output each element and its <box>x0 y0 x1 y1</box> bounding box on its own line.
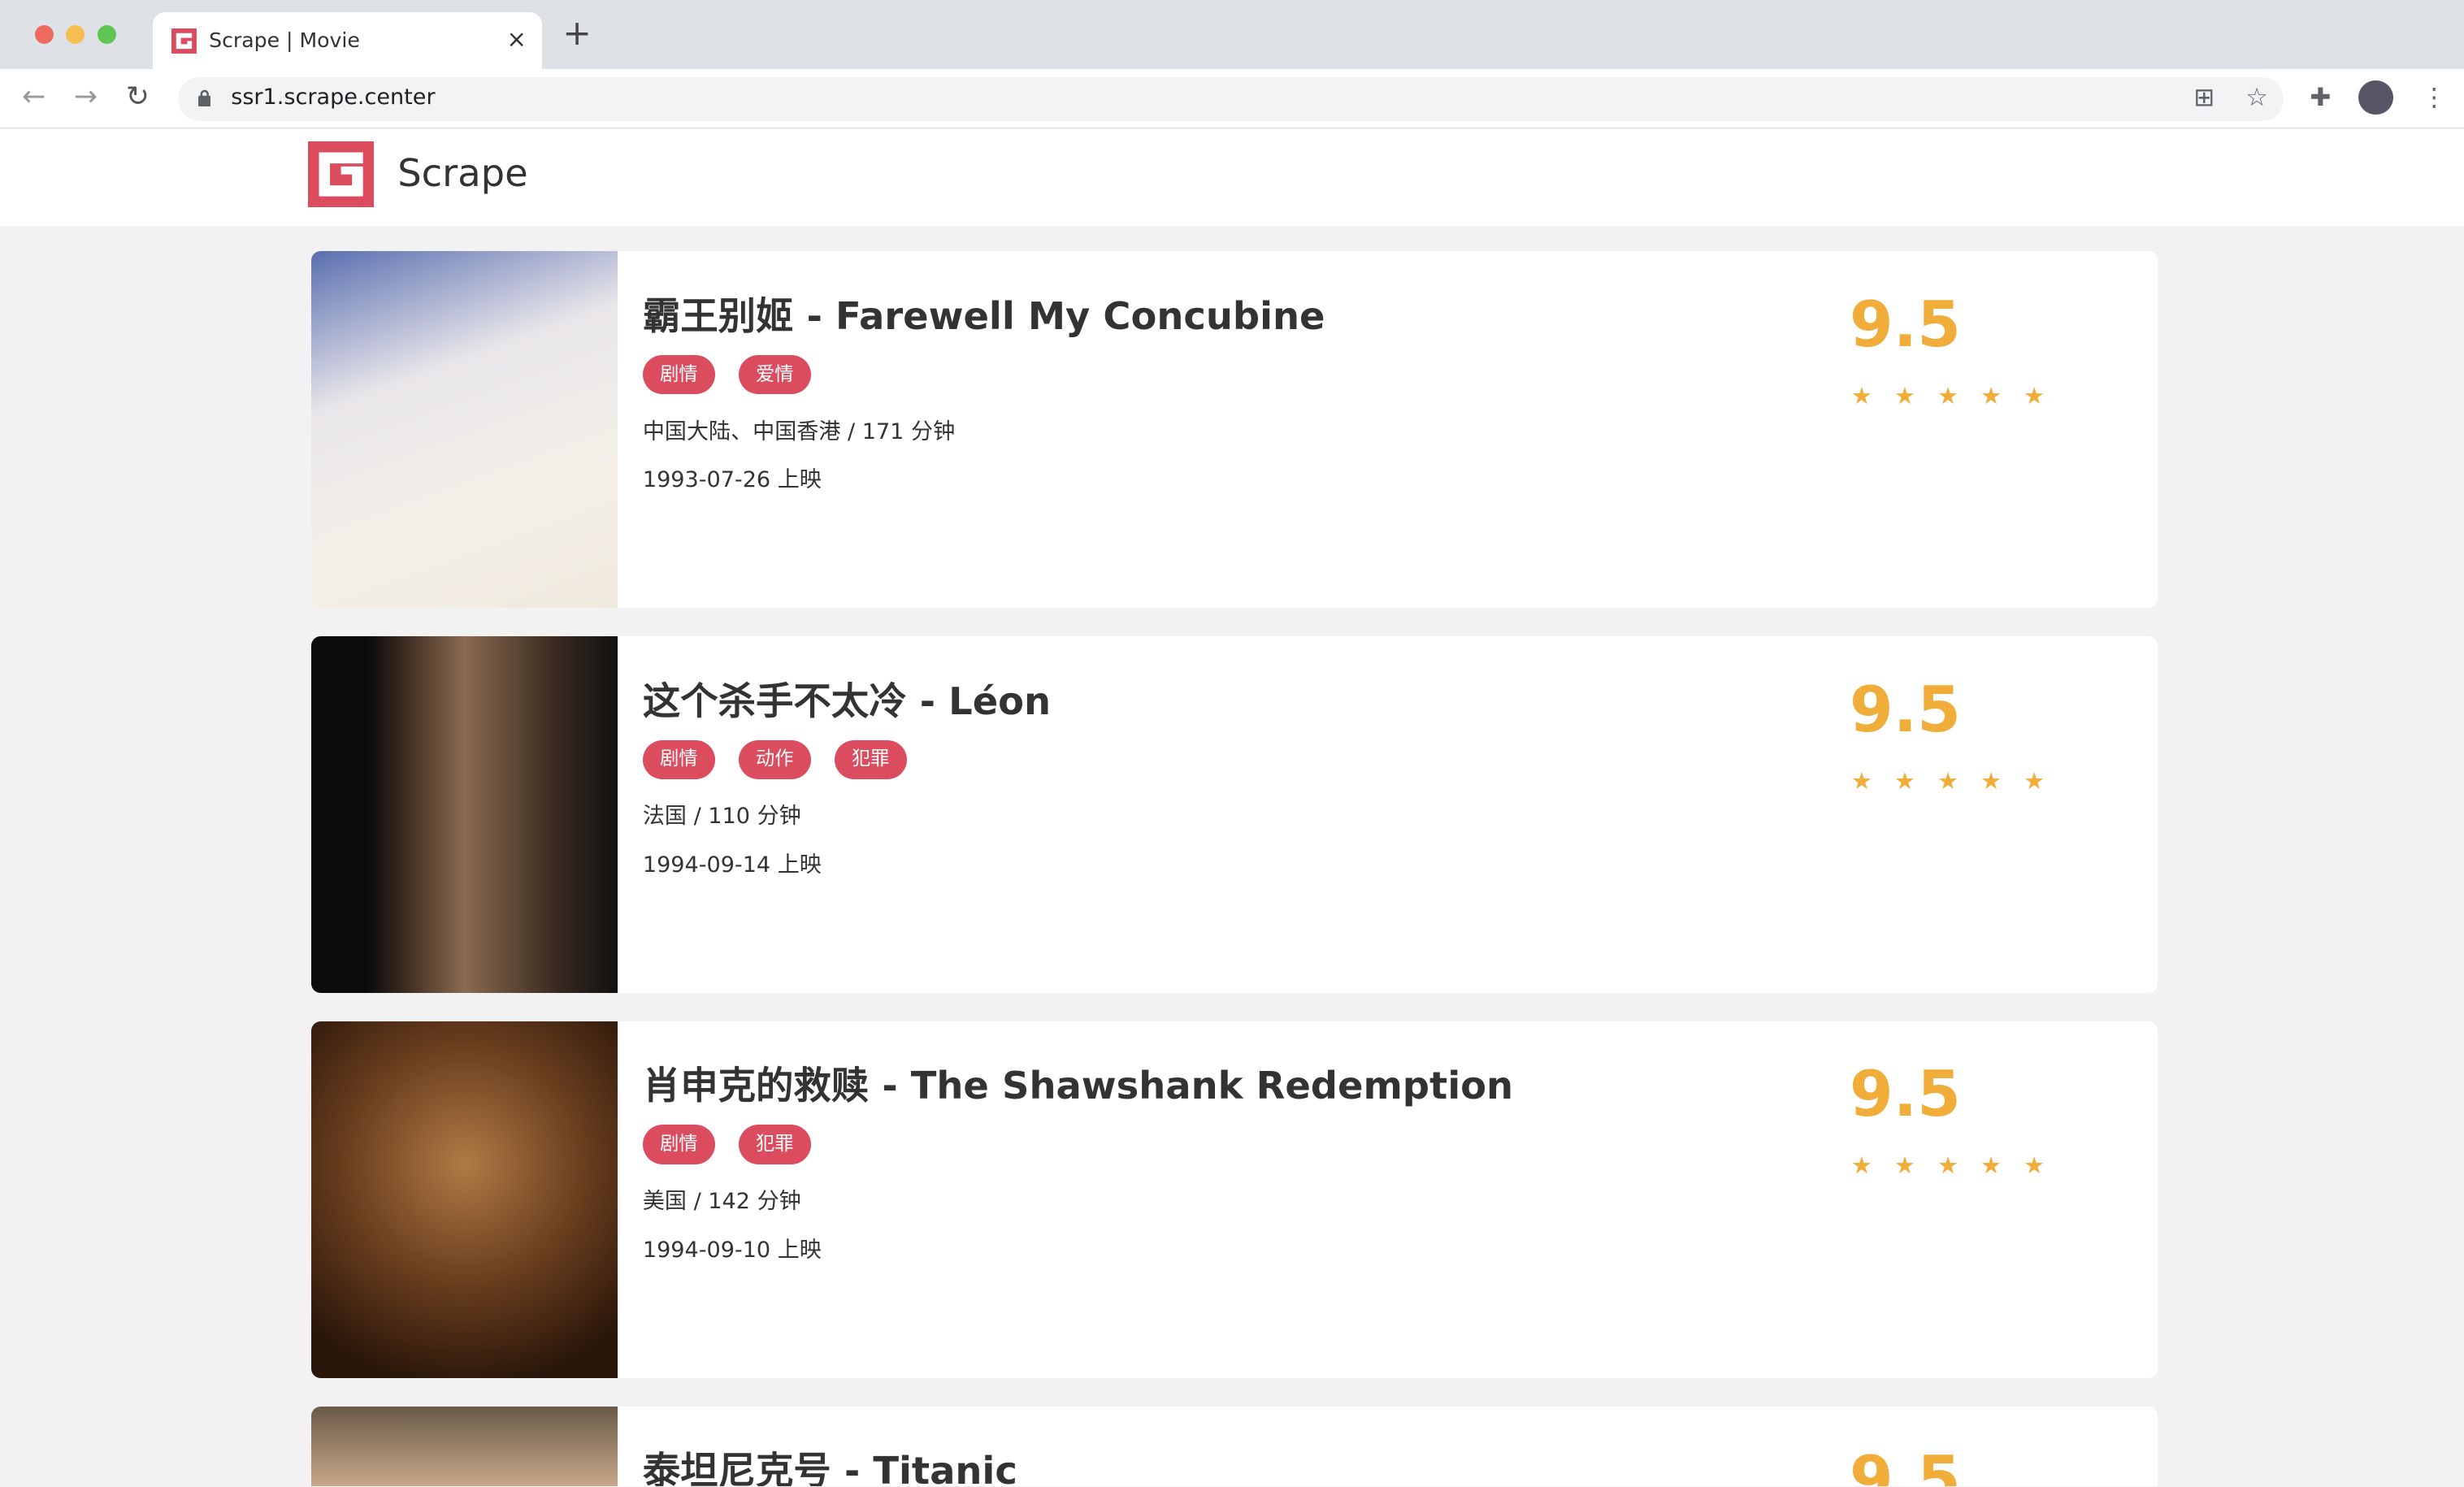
browser-titlebar: Scrape | Movie × + <box>0 0 2464 70</box>
category-tag[interactable]: 剧情 <box>642 1125 715 1164</box>
star-icon: ★ <box>1937 766 1959 795</box>
tab-title: Scrape | Movie <box>209 28 360 52</box>
category-tag[interactable]: 爱情 <box>738 354 811 395</box>
address-bar[interactable]: ssr1.scrape.center <box>177 76 2284 121</box>
scrape-logo[interactable] <box>307 141 375 208</box>
bookmark-star-icon[interactable]: ☆ <box>2245 83 2268 112</box>
star-icon: ★ <box>1894 381 1915 410</box>
movie-poster[interactable] <box>310 251 618 609</box>
movie-card: 泰坦尼克号 - Titanic 9.5 <box>310 1406 2158 1487</box>
movie-card: 肖申克的救赎 - The Shawshank Redemption 剧情 犯罪 美… <box>310 1021 2158 1378</box>
star-icon: ★ <box>2024 381 2045 410</box>
star-rating: ★ ★ ★ ★ ★ <box>1851 382 2045 410</box>
movie-title[interactable]: 这个杀手不太冷 - Léon <box>643 671 1051 726</box>
site-header: Scrape <box>0 128 2464 227</box>
release-date: 1993-07-26 上映 <box>642 467 822 493</box>
browser-tab[interactable]: Scrape | Movie × <box>152 12 543 70</box>
menu-kebab-icon[interactable]: ⋮ <box>2422 83 2447 112</box>
movie-score: 9.5 <box>1849 288 1961 362</box>
star-icon: ★ <box>1980 1151 2002 1180</box>
close-window-button[interactable] <box>34 24 54 45</box>
star-icon: ★ <box>1850 381 1872 410</box>
site-brand[interactable]: Scrape <box>397 151 527 195</box>
movie-poster[interactable] <box>310 636 618 994</box>
movie-info: 美国 / 142 分钟 <box>642 1189 801 1215</box>
maximize-window-button[interactable] <box>97 24 117 45</box>
release-date: 1994-09-14 上映 <box>642 852 822 878</box>
movie-title[interactable]: 肖申克的救赎 - The Shawshank Redemption <box>643 1056 1513 1110</box>
movie-card: 这个杀手不太冷 - Léon 剧情 动作 犯罪 法国 / 110 分钟 1994-0… <box>310 636 2158 994</box>
back-arrow-icon[interactable]: ← <box>22 80 46 113</box>
star-icon: ★ <box>2024 1151 2045 1180</box>
star-icon: ★ <box>1937 381 1959 410</box>
browser-toolbar: ← → ↻ ssr1.scrape.center ⊞ ☆ ✚ ⋮ <box>0 69 2464 128</box>
movie-info: 中国大陆、中国香港 / 171 分钟 <box>642 418 956 444</box>
movie-score: 9.5 <box>1849 673 1961 747</box>
star-rating: ★ ★ ★ ★ ★ <box>1851 767 2045 795</box>
movie-score: 9.5 <box>1849 1443 1961 1487</box>
movie-score: 9.5 <box>1849 1058 1961 1132</box>
movie-poster[interactable] <box>310 1406 618 1487</box>
reload-icon[interactable]: ↻ <box>126 80 150 113</box>
star-icon: ★ <box>1980 766 2002 795</box>
release-date: 1994-09-10 上映 <box>642 1237 822 1263</box>
star-icon: ★ <box>1894 766 1915 795</box>
star-rating: ★ ★ ★ ★ ★ <box>1851 1151 2045 1179</box>
category-tag[interactable]: 犯罪 <box>738 1125 811 1164</box>
category-tag[interactable]: 剧情 <box>642 739 715 780</box>
star-icon: ★ <box>1850 1151 1872 1180</box>
star-icon: ★ <box>1980 381 2002 410</box>
category-tag[interactable]: 动作 <box>738 739 811 780</box>
url-text[interactable]: ssr1.scrape.center <box>231 85 435 110</box>
translate-icon[interactable]: ⊞ <box>2193 83 2215 112</box>
category-tag[interactable]: 剧情 <box>642 354 715 395</box>
forward-arrow-icon[interactable]: → <box>74 80 98 113</box>
movie-card: 霸王别姬 - Farewell My Concubine 剧情 爱情 中国大陆、中… <box>310 251 2158 609</box>
profile-avatar[interactable] <box>2358 80 2393 115</box>
extensions-puzzle-icon[interactable]: ✚ <box>2310 83 2331 112</box>
scrape-favicon-icon <box>171 28 197 54</box>
star-icon: ★ <box>1894 1151 1915 1180</box>
movie-info: 法国 / 110 分钟 <box>642 804 801 830</box>
movie-title[interactable]: 泰坦尼克号 - Titanic <box>643 1441 1017 1486</box>
minimize-window-button[interactable] <box>66 24 85 45</box>
star-icon: ★ <box>1937 1151 1959 1180</box>
new-tab-button[interactable]: + <box>562 16 592 52</box>
tab-close-icon[interactable]: × <box>506 25 526 53</box>
star-icon: ★ <box>2024 766 2045 795</box>
movie-poster[interactable] <box>310 1021 618 1378</box>
star-icon: ★ <box>1850 766 1872 795</box>
category-tag[interactable]: 犯罪 <box>834 739 907 780</box>
movie-title[interactable]: 霸王别姬 - Farewell My Concubine <box>643 286 1325 340</box>
lock-icon <box>197 89 211 107</box>
